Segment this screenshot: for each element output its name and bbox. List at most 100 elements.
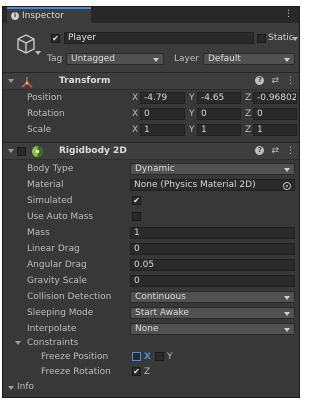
body-type-label: Body Type (27, 164, 74, 174)
tab-bar: i Inspector ⋮ (3, 7, 299, 23)
collision-detection-value: Continuous (135, 292, 186, 302)
presets-icon[interactable]: ⇄ (271, 146, 279, 156)
linear-drag-field[interactable]: 0 (130, 243, 295, 255)
angular-drag-row: Angular Drag 0.05 (3, 258, 299, 272)
scale-y-field[interactable]: 1 (197, 124, 241, 136)
chevron-down-icon (284, 296, 290, 300)
scale-z-field[interactable]: 1 (253, 124, 297, 136)
material-field[interactable]: None (Physics Material 2D) (130, 179, 295, 191)
sleeping-mode-label: Sleeping Mode (27, 308, 94, 318)
axis-z-label: Z (245, 109, 252, 119)
constraints-foldout[interactable]: Constraints (3, 336, 299, 350)
component-header-icons: ? ⇄ ⋮ (255, 146, 295, 156)
mass-label: Mass (27, 228, 50, 238)
collision-detection-row: Collision Detection Continuous (3, 290, 299, 304)
angular-drag-label: Angular Drag (27, 260, 87, 270)
freeze-rotation-label: Freeze Rotation (41, 367, 111, 377)
sleeping-mode-value: Start Awake (135, 308, 189, 318)
info-foldout[interactable]: Info (3, 380, 299, 394)
chevron-down-icon (284, 58, 290, 62)
fold-arrow-icon[interactable] (15, 341, 21, 345)
axis-x-label: X (132, 109, 139, 119)
info-icon: i (11, 12, 19, 20)
static-dropdown-caret-icon[interactable] (292, 37, 298, 41)
use-auto-mass-checkbox[interactable] (132, 212, 141, 221)
rotation-z-field[interactable]: 0 (253, 108, 297, 120)
static-checkbox[interactable] (257, 34, 266, 43)
constraints-label: Constraints (27, 338, 79, 348)
axis-y-label: Y (189, 109, 195, 119)
chevron-down-icon (284, 168, 290, 172)
layer-dropdown[interactable]: Default (203, 53, 295, 65)
presets-icon[interactable]: ⇄ (271, 76, 279, 86)
position-y-field[interactable]: -4.65 (197, 92, 241, 104)
scale-row: Scale X 1 Y 1 Z 1 (3, 123, 299, 137)
icon-picker-caret-icon[interactable] (35, 51, 41, 55)
info-label: Info (17, 382, 35, 392)
fold-arrow-icon[interactable] (8, 149, 14, 153)
freeze-position-row: Freeze Position X Y (3, 350, 299, 364)
object-name-field[interactable]: Player (64, 32, 254, 44)
sleeping-mode-row: Sleeping Mode Start Awake (3, 306, 299, 320)
material-value: None (Physics Material 2D) (134, 180, 256, 190)
use-auto-mass-row: Use Auto Mass (3, 210, 299, 224)
active-checkbox[interactable]: ✔ (51, 34, 60, 43)
collision-detection-dropdown[interactable]: Continuous (130, 291, 295, 303)
rigidbody2d-header[interactable]: Rigidbody 2D ? ⇄ ⋮ (3, 142, 299, 160)
body-type-dropdown[interactable]: Dynamic (130, 163, 295, 175)
rigidbody2d-icon (32, 146, 43, 157)
linear-drag-row: Linear Drag 0 (3, 242, 299, 256)
fold-arrow-icon[interactable] (8, 386, 14, 390)
angular-drag-field[interactable]: 0.05 (130, 259, 295, 271)
freeze-position-x-checkbox[interactable] (132, 352, 141, 361)
rotation-label: Rotation (27, 109, 65, 119)
layer-label: Layer (174, 54, 200, 64)
mass-field[interactable]: 1 (130, 227, 295, 239)
tab-inspector[interactable]: i Inspector (7, 7, 91, 23)
position-x-field[interactable]: -4.79 (140, 92, 185, 104)
scale-label: Scale (27, 125, 52, 135)
gameobject-cube-icon[interactable] (15, 33, 37, 55)
axis-z-label: Z (245, 125, 252, 135)
rigidbody-enabled-checkbox[interactable] (17, 147, 26, 156)
help-icon[interactable]: ? (255, 76, 265, 85)
tab-label: Inspector (22, 11, 64, 21)
transform-header[interactable]: Transform ? ⇄ ⋮ (3, 72, 299, 90)
help-icon[interactable]: ? (255, 146, 265, 155)
gravity-scale-field[interactable]: 0 (130, 275, 295, 287)
tag-dropdown[interactable]: Untagged (66, 53, 164, 65)
rotation-row: Rotation X 0 Y 0 Z 0 (3, 107, 299, 121)
gravity-scale-row: Gravity Scale 0 (3, 274, 299, 288)
rotation-y-field[interactable]: 0 (197, 108, 241, 120)
transform-icon (21, 77, 33, 88)
rotation-x-field[interactable]: 0 (140, 108, 185, 120)
object-picker-icon[interactable] (283, 182, 291, 190)
scale-x-field[interactable]: 1 (140, 124, 185, 136)
material-row: Material None (Physics Material 2D) (3, 178, 299, 192)
kebab-menu-icon[interactable]: ⋮ (284, 9, 293, 19)
use-auto-mass-label: Use Auto Mass (27, 212, 94, 222)
transform-title: Transform (59, 76, 111, 86)
simulated-label: Simulated (27, 196, 73, 206)
interpolate-dropdown[interactable]: None (130, 323, 295, 335)
simulated-row: Simulated ✔ (3, 194, 299, 208)
linear-drag-label: Linear Drag (27, 244, 80, 254)
component-header-icons: ? ⇄ ⋮ (255, 76, 295, 86)
object-header (3, 23, 299, 73)
sleeping-mode-dropdown[interactable]: Start Awake (130, 307, 295, 319)
chevron-down-icon (284, 328, 290, 332)
interpolate-value: None (135, 324, 159, 334)
axis-y-label: Y (189, 125, 195, 135)
position-z-field[interactable]: -0.96802 (253, 92, 297, 104)
material-label: Material (27, 180, 64, 190)
freeze-position-y-checkbox[interactable] (155, 352, 164, 361)
component-menu-icon[interactable]: ⋮ (286, 76, 295, 86)
mass-row: Mass 1 (3, 226, 299, 240)
chevron-down-icon (153, 58, 159, 62)
freeze-rotation-z-checkbox[interactable]: ✔ (132, 367, 141, 376)
fold-arrow-icon[interactable] (8, 79, 14, 83)
axis-y-label: Y (189, 93, 195, 103)
component-menu-icon[interactable]: ⋮ (286, 146, 295, 156)
body-type-row: Body Type Dynamic (3, 162, 299, 176)
simulated-checkbox[interactable]: ✔ (132, 196, 141, 205)
